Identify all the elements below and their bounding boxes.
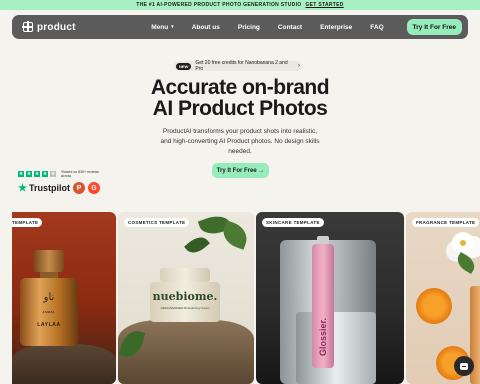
nav-item-menu[interactable]: Menu ▾ bbox=[142, 24, 183, 31]
jar-small-text: CERA BARRIER Moisturizing Cream bbox=[160, 306, 210, 310]
chat-icon bbox=[460, 362, 468, 370]
nav-item-faq[interactable]: FAQ bbox=[361, 24, 392, 31]
jar-brand: nuebiome. bbox=[152, 290, 218, 303]
nav-try-free-button[interactable]: Try It For Free bbox=[406, 19, 462, 35]
leaf-decoration bbox=[453, 251, 479, 275]
flower-center bbox=[460, 240, 466, 246]
nav-item-label: Menu bbox=[151, 23, 169, 31]
template-card-fragrance-bottle[interactable]: TEMPLATE ناو JAMAL LAYLAA bbox=[12, 212, 116, 384]
star-icon: ★ bbox=[18, 171, 24, 177]
leaf-decoration bbox=[184, 232, 210, 258]
rating-note: *Based on 836+ reviews across bbox=[61, 170, 99, 178]
template-card-skincare[interactable]: SKINCARE TEMPLATE Glossier. bbox=[256, 212, 404, 384]
new-pill: NEW bbox=[176, 62, 192, 70]
announcement-bar: THE #1 AI-POWERED PRODUCT PHOTO GENERATI… bbox=[0, 0, 480, 10]
template-carousel: TEMPLATE ناو JAMAL LAYLAA COSMETICS TEMP… bbox=[12, 212, 480, 384]
review-brands: ★ Trustpilot P G bbox=[18, 182, 105, 194]
tube-brand: Glossier. bbox=[318, 317, 328, 357]
star-icon: ★ bbox=[26, 171, 32, 177]
chevron-down-icon: ▾ bbox=[171, 24, 174, 30]
hero-subtitle: ProductAI transforms your product shots … bbox=[160, 128, 320, 155]
logo[interactable]: product bbox=[22, 21, 76, 33]
perfume-bottle-image: ناو JAMAL LAYLAA bbox=[20, 250, 78, 350]
ice-block bbox=[296, 312, 376, 384]
chevron-right-icon: › bbox=[298, 63, 300, 69]
bottle-script: ناو bbox=[43, 292, 55, 303]
wood-base bbox=[118, 320, 254, 384]
top-nav: product Menu ▾ About us Pricing Contact … bbox=[12, 15, 468, 39]
nav-item-about[interactable]: About us bbox=[183, 24, 229, 31]
nav-item-pricing[interactable]: Pricing bbox=[229, 24, 269, 31]
wood-base bbox=[12, 344, 116, 384]
trustpilot-star-icon: ★ bbox=[18, 182, 27, 194]
logo-icon bbox=[22, 21, 33, 32]
logo-text: product bbox=[37, 21, 76, 33]
leaf-decoration bbox=[219, 220, 251, 250]
orange-slice bbox=[410, 282, 458, 330]
nav-item-enterprise[interactable]: Enterprise bbox=[311, 24, 361, 31]
star-icon: ★ bbox=[34, 171, 40, 177]
announcement-text: THE #1 AI-POWERED PRODUCT PHOTO GENERATI… bbox=[136, 2, 302, 8]
promo-text: Get 20 free credits for Nanobanana 2 and… bbox=[195, 60, 288, 72]
card-tag: FRAGRANCE TEMPLATE bbox=[412, 218, 480, 227]
star-icon: ★ bbox=[50, 171, 56, 177]
producthunt-icon[interactable]: P bbox=[72, 182, 85, 194]
card-tag: TEMPLATE bbox=[12, 218, 43, 227]
template-card-cosmetics[interactable]: COSMETICS TEMPLATE nuebiome. CERA BARRIE… bbox=[118, 212, 254, 384]
get-started-link[interactable]: GET STARTED bbox=[305, 2, 343, 8]
glossier-tube-image: Glossier. bbox=[312, 236, 334, 368]
nav-item-contact[interactable]: Contact bbox=[269, 24, 311, 31]
chat-launcher-button[interactable] bbox=[454, 356, 474, 376]
rating-block: ★ ★ ★ ★ ★ *Based on 836+ reviews across … bbox=[18, 170, 105, 194]
cream-jar-image: nuebiome. CERA BARRIER Moisturizing Crea… bbox=[150, 268, 220, 322]
stars-row: ★ ★ ★ ★ ★ *Based on 836+ reviews across bbox=[18, 170, 105, 178]
g2-icon[interactable]: G bbox=[87, 182, 100, 194]
promo-badge[interactable]: NEW Get 20 free credits for Nanobanana 2… bbox=[174, 60, 302, 72]
trustpilot-text: Trustpilot bbox=[28, 183, 70, 193]
headline-line-2: AI Product Photos bbox=[152, 97, 328, 120]
card-tag: COSMETICS TEMPLATE bbox=[124, 218, 190, 227]
trustpilot-logo[interactable]: ★ Trustpilot bbox=[18, 183, 70, 194]
headline-line-1: Accurate on-brand bbox=[150, 76, 330, 99]
hero-try-free-button[interactable]: Try It For Free → bbox=[212, 163, 269, 178]
bottle-label: JAMAL LAYLAA bbox=[37, 310, 61, 328]
card-tag: SKINCARE TEMPLATE bbox=[262, 218, 324, 227]
page-title: Accurate on-brand AI Product Photos bbox=[0, 77, 480, 119]
nav-links: Menu ▾ About us Pricing Contact Enterpri… bbox=[142, 24, 392, 31]
star-icon: ★ bbox=[42, 171, 48, 177]
